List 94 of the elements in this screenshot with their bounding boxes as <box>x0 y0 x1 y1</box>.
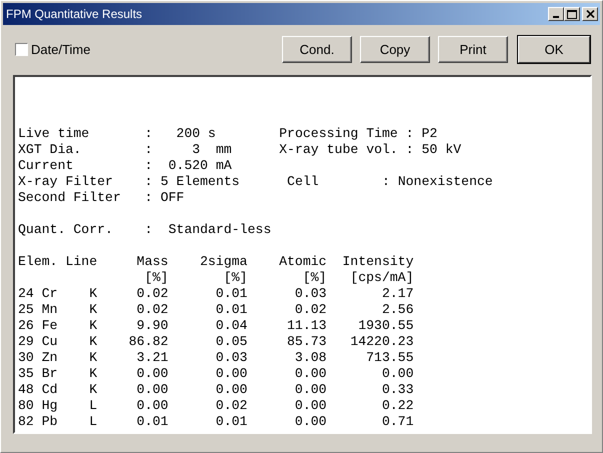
table-cell-text: K <box>89 334 98 350</box>
table-cell-text: 85.73 <box>286 334 327 350</box>
table-cell-text: 26 <box>18 318 35 334</box>
table-cell-text: 0.01 <box>214 286 248 302</box>
table-cell-text: 0.00 <box>294 366 327 382</box>
table-cell-text: 0.02 <box>136 286 168 302</box>
table-cell-text: K <box>89 382 98 398</box>
close-icon <box>586 10 594 18</box>
condition-text: Current : 0.520 mA <box>18 158 233 174</box>
table-cell-text: 25 <box>18 302 35 318</box>
dialog-button[interactable]: Copy <box>360 36 430 63</box>
condition-text: XGT Dia. : 3 mm <box>18 142 233 158</box>
table-cell-text: 3.21 <box>136 350 168 366</box>
column-header: Atomic <box>278 254 327 270</box>
table-cell-text: K <box>89 318 98 334</box>
table-cell-text: 0.00 <box>294 382 327 398</box>
table-cell-text: 35 <box>18 366 35 382</box>
maximize-button[interactable] <box>564 7 580 21</box>
table-cell-text: 24 <box>18 286 35 302</box>
table-cell-text: 0.00 <box>380 366 414 382</box>
table-cell-text: 1930.55 <box>357 318 414 334</box>
column-header: [%] <box>144 270 168 286</box>
table-cell-text: 0.00 <box>214 366 248 382</box>
table-cell-text: 0.01 <box>214 302 248 318</box>
table-cell-text: K <box>89 366 98 382</box>
condition-text: Live time : 200 s <box>18 126 217 142</box>
table-cell-text: Pb <box>42 414 59 430</box>
table-cell-text: Cr <box>42 286 59 302</box>
checkbox-label: Date/Time <box>31 42 90 57</box>
default-button[interactable]: OK <box>518 36 590 63</box>
table-cell-text: 0.02 <box>136 302 168 318</box>
table-cell-text: 0.01 <box>214 414 248 430</box>
table-cell-text: Mn <box>42 302 59 318</box>
table-cell-text: 0.71 <box>380 414 414 430</box>
table-cell-text: Br <box>42 366 59 382</box>
table-cell-text: 0.00 <box>136 398 168 414</box>
table-cell-text: 0.02 <box>214 398 248 414</box>
column-header: Line <box>65 254 98 270</box>
table-cell-text: 2.56 <box>380 302 414 318</box>
column-header: [cps/mA] <box>349 270 414 286</box>
minimize-button[interactable] <box>548 7 564 21</box>
table-cell-text: 0.03 <box>214 350 248 366</box>
column-header: Intensity <box>341 254 414 270</box>
table-cell-text: 29 <box>18 334 35 350</box>
condition-text: Second Filter : OFF <box>18 190 186 206</box>
window-title: FPM Quantitative Results <box>6 7 142 21</box>
table-cell-text: 0.33 <box>380 382 414 398</box>
table-cell-text: 86.82 <box>128 334 168 350</box>
table-cell-text: 30 <box>18 350 35 366</box>
condition-text: X-ray tube vol. : 50 kV <box>279 142 462 158</box>
table-cell-text: 2.17 <box>380 286 414 302</box>
table-cell-text: Cu <box>42 334 59 350</box>
maximize-icon <box>567 10 577 18</box>
table-cell-text: Hg <box>42 398 59 414</box>
table-cell-text: K <box>89 286 98 302</box>
table-cell-text: 14220.23 <box>349 334 414 350</box>
table-cell-text: 0.03 <box>294 286 327 302</box>
table-cell-text: 82 <box>18 414 35 430</box>
table-cell-text: 3.08 <box>294 350 327 366</box>
dialog-button[interactable]: Cond. <box>282 36 352 63</box>
close-button[interactable] <box>582 7 598 21</box>
table-cell-text: Fe <box>42 318 59 334</box>
column-header: Elem. <box>18 254 59 270</box>
table-cell-text: 0.00 <box>294 414 327 430</box>
table-cell-text: 48 <box>18 382 35 398</box>
table-cell-text: 0.01 <box>136 414 168 430</box>
table-cell-text: Zn <box>42 350 59 366</box>
column-header: [%] <box>302 270 327 286</box>
date-time-checkbox[interactable] <box>15 43 28 56</box>
table-cell-text: 80 <box>18 398 35 414</box>
table-cell-text: Cd <box>42 382 59 398</box>
condition-text: Cell : Nonexistence <box>286 174 494 190</box>
table-cell-text: K <box>89 350 98 366</box>
table-cell-text: 0.02 <box>294 302 327 318</box>
column-header: Mass <box>136 254 168 270</box>
table-cell-text: L <box>89 414 98 430</box>
table-cell-text: 0.22 <box>380 398 414 414</box>
table-cell-text: 0.00 <box>136 382 168 398</box>
table-cell-text: 713.55 <box>365 350 414 366</box>
column-header: [%] <box>222 270 248 286</box>
table-cell-text: L <box>89 398 98 414</box>
table-cell-text: K <box>89 302 98 318</box>
table-cell-text: 0.00 <box>294 398 327 414</box>
correction-text: Quant. Corr. : Standard-less <box>18 222 272 238</box>
dialog-button[interactable]: Print <box>438 36 508 63</box>
column-header: 2sigma <box>198 254 248 270</box>
table-cell-text: 0.04 <box>214 318 248 334</box>
table-cell-text: 0.00 <box>214 382 248 398</box>
condition-text: Processing Time : P2 <box>279 126 438 142</box>
table-cell-text: 0.05 <box>214 334 248 350</box>
table-cell-text: 0.00 <box>136 366 168 382</box>
table-cell-text: 11.13 <box>286 318 327 334</box>
condition-text: X-ray Filter : 5 Elements <box>18 174 241 190</box>
table-cell-text: 9.90 <box>136 318 168 334</box>
